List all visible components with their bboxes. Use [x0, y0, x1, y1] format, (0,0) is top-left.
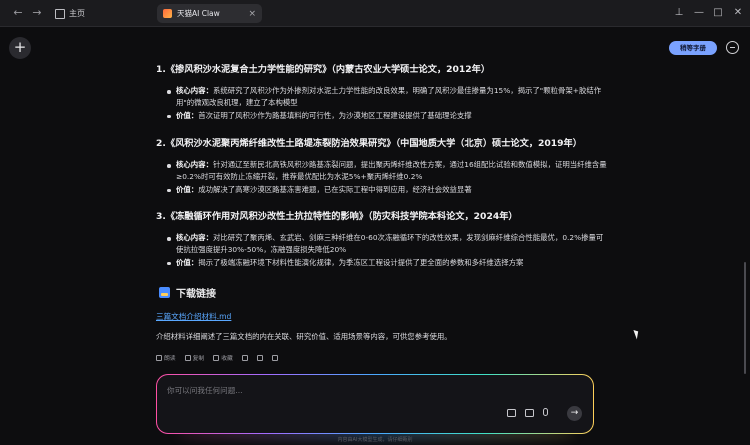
favorite-label: 收藏	[221, 356, 233, 362]
copy-icon	[184, 354, 191, 361]
message-actions: 朗读 复制 收藏	[156, 353, 278, 362]
value-label: 价值：	[176, 184, 199, 194]
speaker-icon	[156, 354, 162, 361]
clipboard-icon	[159, 287, 170, 298]
title-bar: ← → 主页 天猫AI Claw × ⊥ — □ ✕	[0, 0, 750, 27]
scrollbar[interactable]	[744, 262, 746, 374]
image-icon[interactable]	[525, 409, 534, 417]
footer-disclaimer: 内容由AI大模型生成，请仔细甄别	[337, 437, 413, 443]
app-logo-icon	[163, 9, 172, 18]
core-content-item: 核心内容：对比研究了聚丙烯、玄武岩、剑麻三种纤维在0-60次冻融循环下的改性效果…	[167, 232, 607, 257]
paper-title: 2.《风积沙水泥聚丙烯纤维改性土路堤冻裂防治效果研究》（中国地质大学（北京）硕士…	[156, 138, 582, 149]
favorite-button[interactable]: 收藏	[213, 353, 233, 362]
close-window-icon[interactable]: ✕	[731, 6, 745, 20]
star-icon	[213, 354, 220, 361]
paper-title: 1.《掺风积沙水泥复合土力学性能的研究》（内蒙古农业大学硕士论文，2012年）	[156, 64, 491, 75]
maximize-icon[interactable]: □	[711, 6, 725, 20]
value-item: 价值：成功解决了高寒沙漠区路基冻害难题，已在实际工程中得到应用，经济社会效益显著	[167, 184, 607, 196]
core-text: 针对通辽至新民北高铁风积沙路基冻裂问题，提出聚丙烯纤维改性方案，通过16组配比试…	[176, 160, 607, 182]
chat-input-placeholder[interactable]: 你可以问我任何问题...	[167, 385, 243, 396]
pin-icon[interactable]: ⊥	[672, 6, 686, 20]
value-text: 揭示了极端冻融环境下材料性能演化规律，为季冻区工程设计提供了更全面的参数和多纤维…	[198, 257, 524, 267]
thumbs-down-icon	[271, 354, 278, 361]
core-label: 核心内容：	[176, 86, 213, 95]
paper-entry: 3.《冻融循环作用对风积沙改性土抗拉特性的影响》（防灾科技学院本科论文，2024…	[156, 210, 603, 267]
download-heading: 下载链接	[159, 285, 216, 300]
core-text: 对比研究了聚丙烯、玄武岩、剑麻三种纤维在0-60次冻融循环下的改性效果，发现剑麻…	[176, 233, 604, 255]
download-description: 介绍材料详细阐述了三篇文档的内在关联、研究价值、适用场景等内容，可供您参考使用。	[156, 332, 452, 341]
read-aloud-label: 朗读	[164, 356, 176, 362]
paper-entry: 2.《风积沙水泥聚丙烯纤维改性土路堤冻裂防治效果研究》（中国地质大学（北京）硕士…	[156, 137, 607, 194]
active-tab[interactable]: 天猫AI Claw ×	[157, 4, 262, 23]
collapse-icon[interactable]	[726, 41, 739, 54]
core-content-item: 核心内容：针对通辽至新民北高铁风积沙路基冻裂问题，提出聚丙烯纤维改性方案，通过1…	[167, 159, 607, 184]
value-item: 价值：首次证明了风积沙作为路基填料的可行性，为沙漠地区工程建设提供了基础理论支撑	[167, 110, 607, 122]
mouse-cursor-icon	[633, 328, 641, 340]
close-tab-icon[interactable]: ×	[248, 9, 256, 19]
thumbs-up-icon	[256, 354, 263, 361]
active-tab-label: 天猫AI Claw	[177, 9, 220, 18]
back-button[interactable]: ←	[11, 6, 25, 20]
download-button[interactable]	[241, 354, 248, 361]
copy-label: 复制	[192, 356, 205, 362]
copy-button[interactable]: 复制	[184, 353, 205, 362]
folder-icon[interactable]	[507, 409, 516, 417]
value-text: 首次证明了风积沙作为路基填料的可行性，为沙漠地区工程建设提供了基础理论支撑	[198, 110, 472, 120]
home-tab-label: 主页	[69, 9, 85, 18]
top-right-pill-button[interactable]: 稍等字册	[669, 41, 717, 55]
core-label: 核心内容：	[176, 160, 213, 169]
chat-input-box[interactable]	[156, 374, 594, 434]
home-tab[interactable]: 主页	[55, 6, 85, 21]
core-text: 系统研究了风积沙作为外掺剂对水泥土力学性能的改良效果，明确了风积沙最佳掺量为15…	[176, 86, 602, 108]
home-icon	[55, 8, 65, 19]
new-chat-button[interactable]: +	[9, 37, 31, 59]
download-link[interactable]: 三篇文档介绍材料.md	[156, 311, 231, 322]
download-icon	[241, 354, 248, 361]
value-label: 价值：	[176, 110, 199, 120]
microphone-icon[interactable]	[543, 408, 548, 416]
value-item: 价值：揭示了极端冻融环境下材料性能演化规律，为季冻区工程设计提供了更全面的参数和…	[167, 257, 607, 269]
core-content-item: 核心内容：系统研究了风积沙作为外掺剂对水泥土力学性能的改良效果，明确了风积沙最佳…	[167, 85, 607, 110]
value-text: 成功解决了高寒沙漠区路基冻害难题，已在实际工程中得到应用，经济社会效益显著	[198, 184, 472, 194]
read-aloud-button[interactable]: 朗读	[156, 353, 176, 362]
download-heading-text: 下载链接	[176, 289, 216, 300]
send-button[interactable]: →	[567, 406, 582, 421]
like-button[interactable]	[256, 354, 263, 361]
minimize-icon[interactable]: —	[692, 6, 706, 20]
forward-button[interactable]: →	[30, 6, 44, 20]
core-label: 核心内容：	[176, 233, 213, 242]
paper-title: 3.《冻融循环作用对风积沙改性土抗拉特性的影响》（防灾科技学院本科论文，2024…	[156, 211, 518, 222]
paper-entry: 1.《掺风积沙水泥复合土力学性能的研究》（内蒙古农业大学硕士论文，2012年） …	[156, 63, 601, 120]
value-label: 价值：	[176, 257, 199, 267]
dislike-button[interactable]	[271, 354, 278, 361]
